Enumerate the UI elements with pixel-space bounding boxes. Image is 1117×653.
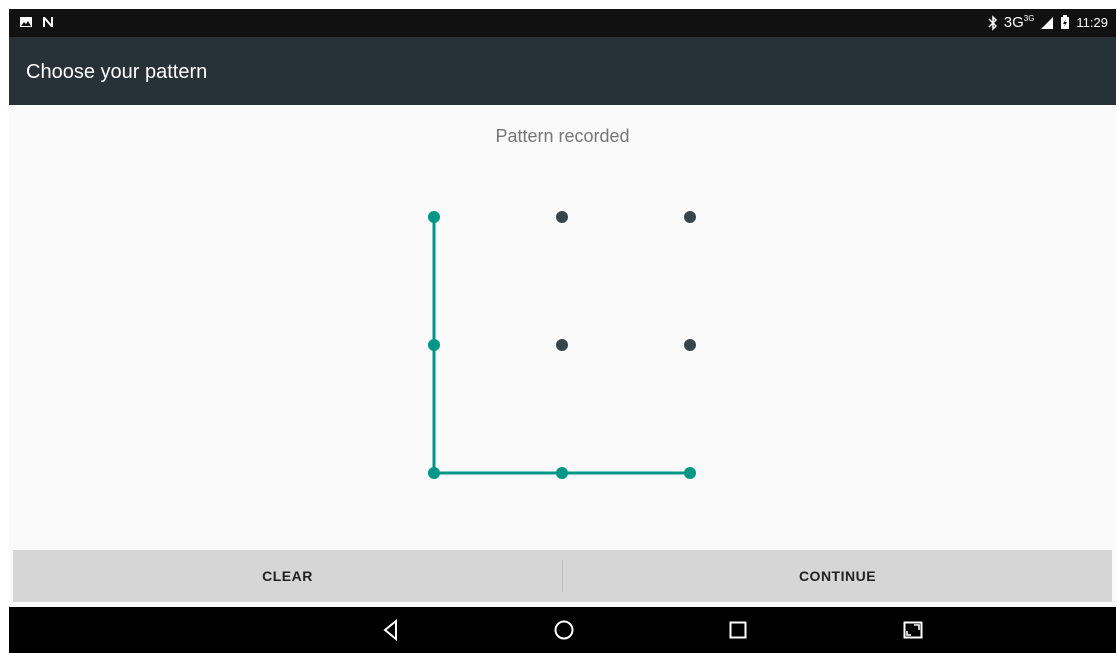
screenshot-icon[interactable] xyxy=(901,616,925,644)
button-bar: CLEAR CONTINUE xyxy=(13,550,1112,602)
pattern-dot-3-2[interactable] xyxy=(556,467,568,479)
pattern-dot-2-3[interactable] xyxy=(684,339,696,351)
pattern-dot-1-3[interactable] xyxy=(684,211,696,223)
pattern-dot-2-2[interactable] xyxy=(556,339,568,351)
clear-button[interactable]: CLEAR xyxy=(13,550,562,602)
pattern-grid[interactable] xyxy=(9,9,1116,549)
pattern-dot-3-3[interactable] xyxy=(684,467,696,479)
pattern-dot-3-1[interactable] xyxy=(428,467,440,479)
pattern-dot-1-2[interactable] xyxy=(556,211,568,223)
home-icon[interactable] xyxy=(552,616,576,644)
pattern-dot-1-1[interactable] xyxy=(428,211,440,223)
recents-icon[interactable] xyxy=(726,616,750,644)
back-icon[interactable] xyxy=(379,616,403,644)
screen: 3G3G 11:29 Choose your pattern Pattern r… xyxy=(9,9,1116,653)
navigation-bar xyxy=(9,607,1116,653)
continue-button[interactable]: CONTINUE xyxy=(563,550,1112,602)
pattern-dot-2-1[interactable] xyxy=(428,339,440,351)
